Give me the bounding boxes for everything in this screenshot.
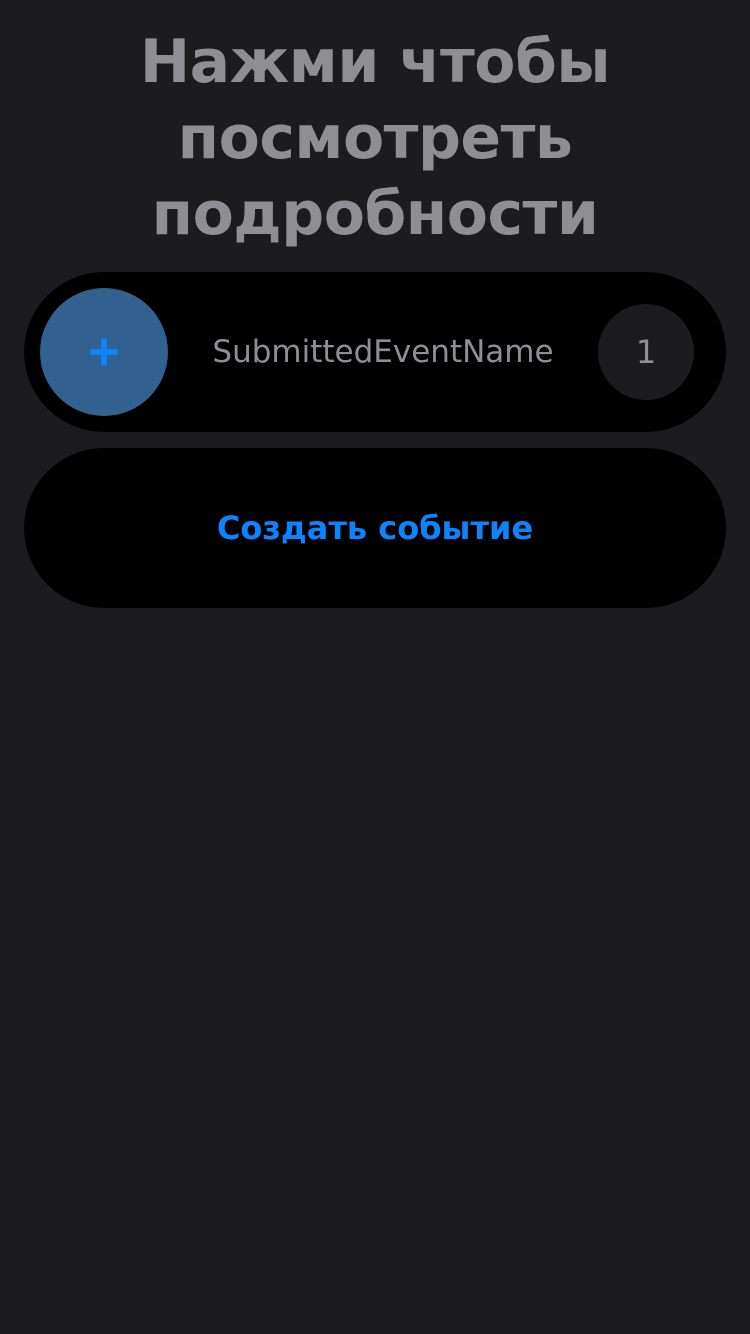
page-title: Нажми чтобы посмотреть подробности [139, 27, 611, 249]
event-row[interactable]: SubmittedEventName 1 [24, 272, 726, 432]
create-event-button[interactable]: Создать событие [24, 448, 726, 608]
add-occurrence-button[interactable] [40, 288, 168, 416]
screen: Нажми чтобы посмотреть подробности Submi… [0, 0, 750, 1334]
event-count-badge: 1 [598, 304, 694, 400]
event-name: SubmittedEventName [212, 334, 554, 370]
plus-icon [90, 338, 118, 366]
